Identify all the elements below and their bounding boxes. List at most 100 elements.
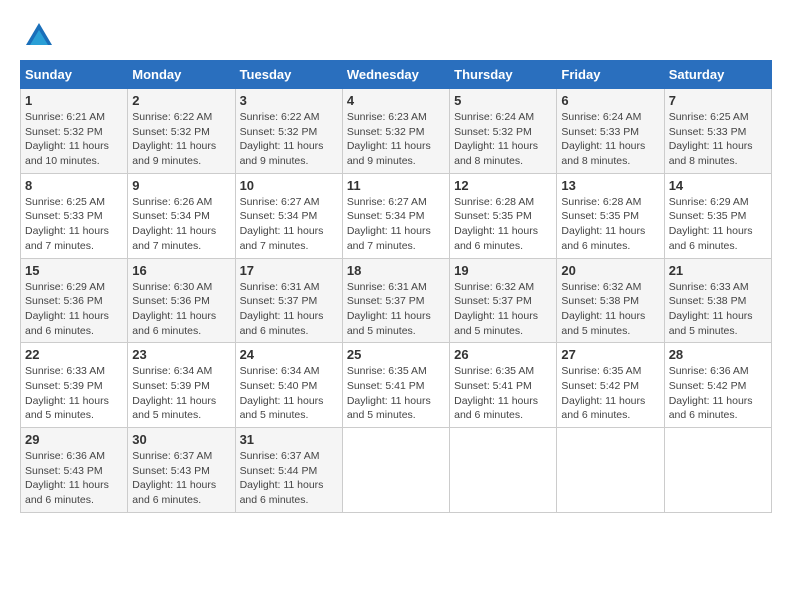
calendar-cell: 3Sunrise: 6:22 AMSunset: 5:32 PMDaylight… xyxy=(235,89,342,174)
day-number: 10 xyxy=(240,178,338,193)
day-number: 13 xyxy=(561,178,659,193)
calendar-day-header: Sunday xyxy=(21,61,128,89)
calendar-cell: 4 Sunrise: 6:23 AMSunset: 5:32 PMDaylight… xyxy=(342,89,449,174)
calendar-week-row: 29Sunrise: 6:36 AMSunset: 5:43 PMDayligh… xyxy=(21,428,772,513)
day-info: Sunrise: 6:31 AMSunset: 5:37 PMDaylight:… xyxy=(347,280,445,339)
calendar-week-row: 1Sunrise: 6:21 AMSunset: 5:32 PMDaylight… xyxy=(21,89,772,174)
day-info: Sunrise: 6:35 AMSunset: 5:42 PMDaylight:… xyxy=(561,364,659,423)
calendar-cell: 14 Sunrise: 6:29 AMSunset: 5:35 PMDayligh… xyxy=(664,173,771,258)
day-number: 26 xyxy=(454,347,552,362)
calendar-cell: 17Sunrise: 6:31 AMSunset: 5:37 PMDayligh… xyxy=(235,258,342,343)
calendar-week-row: 22Sunrise: 6:33 AMSunset: 5:39 PMDayligh… xyxy=(21,343,772,428)
calendar-cell: 8 Sunrise: 6:25 AMSunset: 5:33 PMDaylight… xyxy=(21,173,128,258)
day-number: 16 xyxy=(132,263,230,278)
day-number: 30 xyxy=(132,432,230,447)
calendar-cell: 24 Sunrise: 6:34 AMSunset: 5:40 PMDayligh… xyxy=(235,343,342,428)
day-number: 11 xyxy=(347,178,445,193)
calendar-cell: 31 Sunrise: 6:37 AMSunset: 5:44 PMDayligh… xyxy=(235,428,342,513)
calendar-cell: 12 Sunrise: 6:28 AMSunset: 5:35 PMDayligh… xyxy=(450,173,557,258)
calendar-week-row: 15Sunrise: 6:29 AMSunset: 5:36 PMDayligh… xyxy=(21,258,772,343)
day-info: Sunrise: 6:24 AMSunset: 5:32 PMDaylight:… xyxy=(454,110,552,169)
calendar-cell xyxy=(342,428,449,513)
calendar-week-row: 8 Sunrise: 6:25 AMSunset: 5:33 PMDaylight… xyxy=(21,173,772,258)
calendar-cell xyxy=(664,428,771,513)
day-number: 24 xyxy=(240,347,338,362)
day-number: 31 xyxy=(240,432,338,447)
day-info: Sunrise: 6:32 AMSunset: 5:38 PMDaylight:… xyxy=(561,280,659,339)
day-info: Sunrise: 6:22 AMSunset: 5:32 PMDaylight:… xyxy=(132,110,230,169)
day-info: Sunrise: 6:35 AMSunset: 5:41 PMDaylight:… xyxy=(347,364,445,423)
day-info: Sunrise: 6:28 AMSunset: 5:35 PMDaylight:… xyxy=(454,195,552,254)
day-number: 2 xyxy=(132,93,230,108)
day-info: Sunrise: 6:36 AMSunset: 5:42 PMDaylight:… xyxy=(669,364,767,423)
day-info: Sunrise: 6:32 AMSunset: 5:37 PMDaylight:… xyxy=(454,280,552,339)
calendar-cell: 29Sunrise: 6:36 AMSunset: 5:43 PMDayligh… xyxy=(21,428,128,513)
day-info: Sunrise: 6:27 AMSunset: 5:34 PMDaylight:… xyxy=(347,195,445,254)
day-number: 8 xyxy=(25,178,123,193)
calendar-cell: 26 Sunrise: 6:35 AMSunset: 5:41 PMDayligh… xyxy=(450,343,557,428)
day-info: Sunrise: 6:27 AMSunset: 5:34 PMDaylight:… xyxy=(240,195,338,254)
day-number: 23 xyxy=(132,347,230,362)
calendar-cell: 23 Sunrise: 6:34 AMSunset: 5:39 PMDayligh… xyxy=(128,343,235,428)
day-number: 18 xyxy=(347,263,445,278)
day-info: Sunrise: 6:37 AMSunset: 5:44 PMDaylight:… xyxy=(240,449,338,508)
day-number: 9 xyxy=(132,178,230,193)
day-info: Sunrise: 6:28 AMSunset: 5:35 PMDaylight:… xyxy=(561,195,659,254)
day-number: 5 xyxy=(454,93,552,108)
calendar-table: SundayMondayTuesdayWednesdayThursdayFrid… xyxy=(20,60,772,513)
page-header xyxy=(20,20,772,50)
day-info: Sunrise: 6:26 AMSunset: 5:34 PMDaylight:… xyxy=(132,195,230,254)
day-number: 29 xyxy=(25,432,123,447)
day-number: 25 xyxy=(347,347,445,362)
calendar-cell: 27 Sunrise: 6:35 AMSunset: 5:42 PMDayligh… xyxy=(557,343,664,428)
day-number: 12 xyxy=(454,178,552,193)
calendar-cell: 22Sunrise: 6:33 AMSunset: 5:39 PMDayligh… xyxy=(21,343,128,428)
calendar-cell xyxy=(557,428,664,513)
day-info: Sunrise: 6:29 AMSunset: 5:35 PMDaylight:… xyxy=(669,195,767,254)
calendar-cell: 9 Sunrise: 6:26 AMSunset: 5:34 PMDaylight… xyxy=(128,173,235,258)
day-number: 15 xyxy=(25,263,123,278)
calendar-day-header: Wednesday xyxy=(342,61,449,89)
day-number: 27 xyxy=(561,347,659,362)
calendar-cell: 18 Sunrise: 6:31 AMSunset: 5:37 PMDayligh… xyxy=(342,258,449,343)
calendar-cell: 5 Sunrise: 6:24 AMSunset: 5:32 PMDaylight… xyxy=(450,89,557,174)
day-info: Sunrise: 6:30 AMSunset: 5:36 PMDaylight:… xyxy=(132,280,230,339)
day-info: Sunrise: 6:23 AMSunset: 5:32 PMDaylight:… xyxy=(347,110,445,169)
calendar-cell: 25 Sunrise: 6:35 AMSunset: 5:41 PMDayligh… xyxy=(342,343,449,428)
calendar-cell: 6 Sunrise: 6:24 AMSunset: 5:33 PMDaylight… xyxy=(557,89,664,174)
calendar-cell: 11 Sunrise: 6:27 AMSunset: 5:34 PMDayligh… xyxy=(342,173,449,258)
day-info: Sunrise: 6:24 AMSunset: 5:33 PMDaylight:… xyxy=(561,110,659,169)
day-info: Sunrise: 6:34 AMSunset: 5:39 PMDaylight:… xyxy=(132,364,230,423)
day-info: Sunrise: 6:34 AMSunset: 5:40 PMDaylight:… xyxy=(240,364,338,423)
day-number: 20 xyxy=(561,263,659,278)
calendar-cell: 15Sunrise: 6:29 AMSunset: 5:36 PMDayligh… xyxy=(21,258,128,343)
day-number: 14 xyxy=(669,178,767,193)
day-info: Sunrise: 6:25 AMSunset: 5:33 PMDaylight:… xyxy=(669,110,767,169)
day-number: 3 xyxy=(240,93,338,108)
day-info: Sunrise: 6:33 AMSunset: 5:39 PMDaylight:… xyxy=(25,364,123,423)
calendar-body: 1Sunrise: 6:21 AMSunset: 5:32 PMDaylight… xyxy=(21,89,772,513)
day-info: Sunrise: 6:25 AMSunset: 5:33 PMDaylight:… xyxy=(25,195,123,254)
calendar-cell xyxy=(450,428,557,513)
day-number: 4 xyxy=(347,93,445,108)
calendar-cell: 1Sunrise: 6:21 AMSunset: 5:32 PMDaylight… xyxy=(21,89,128,174)
calendar-day-header: Friday xyxy=(557,61,664,89)
logo-icon xyxy=(24,20,54,50)
day-number: 6 xyxy=(561,93,659,108)
calendar-cell: 19 Sunrise: 6:32 AMSunset: 5:37 PMDayligh… xyxy=(450,258,557,343)
calendar-cell: 2 Sunrise: 6:22 AMSunset: 5:32 PMDaylight… xyxy=(128,89,235,174)
calendar-cell: 10 Sunrise: 6:27 AMSunset: 5:34 PMDayligh… xyxy=(235,173,342,258)
calendar-cell: 28 Sunrise: 6:36 AMSunset: 5:42 PMDayligh… xyxy=(664,343,771,428)
day-info: Sunrise: 6:35 AMSunset: 5:41 PMDaylight:… xyxy=(454,364,552,423)
calendar-cell: 13 Sunrise: 6:28 AMSunset: 5:35 PMDayligh… xyxy=(557,173,664,258)
day-info: Sunrise: 6:31 AMSunset: 5:37 PMDaylight:… xyxy=(240,280,338,339)
calendar-day-header: Tuesday xyxy=(235,61,342,89)
day-number: 28 xyxy=(669,347,767,362)
calendar-cell: 30Sunrise: 6:37 AMSunset: 5:43 PMDayligh… xyxy=(128,428,235,513)
calendar-cell: 21Sunrise: 6:33 AMSunset: 5:38 PMDayligh… xyxy=(664,258,771,343)
calendar-cell: 16 Sunrise: 6:30 AMSunset: 5:36 PMDayligh… xyxy=(128,258,235,343)
day-number: 19 xyxy=(454,263,552,278)
logo xyxy=(20,20,54,50)
day-number: 21 xyxy=(669,263,767,278)
calendar-day-header: Saturday xyxy=(664,61,771,89)
